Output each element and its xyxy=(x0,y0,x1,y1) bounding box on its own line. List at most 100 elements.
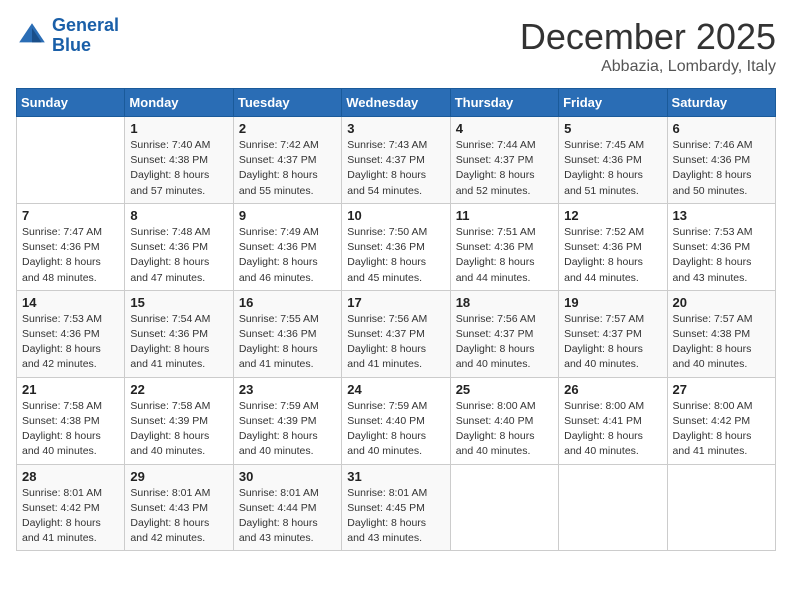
day-number: 5 xyxy=(564,121,661,136)
day-info: Sunrise: 8:01 AM Sunset: 4:42 PM Dayligh… xyxy=(22,486,119,547)
calendar-cell: 22 Sunrise: 7:58 AM Sunset: 4:39 PM Dayli… xyxy=(125,377,233,464)
month-title: December 2025 xyxy=(520,16,776,58)
day-number: 1 xyxy=(130,121,227,136)
calendar-cell: 13 Sunrise: 7:53 AM Sunset: 4:36 PM Dayli… xyxy=(667,203,775,290)
day-info: Sunrise: 7:47 AM Sunset: 4:36 PM Dayligh… xyxy=(22,225,119,286)
day-number: 6 xyxy=(673,121,770,136)
calendar-cell: 23 Sunrise: 7:59 AM Sunset: 4:39 PM Dayli… xyxy=(233,377,341,464)
day-number: 12 xyxy=(564,208,661,223)
calendar-cell: 1 Sunrise: 7:40 AM Sunset: 4:38 PM Daylig… xyxy=(125,117,233,204)
calendar-week-3: 14Sunrise: 7:53 AM Sunset: 4:36 PM Dayli… xyxy=(17,290,776,377)
calendar-cell: 4Sunrise: 7:44 AM Sunset: 4:37 PM Daylig… xyxy=(450,117,558,204)
calendar-cell: 29Sunrise: 8:01 AM Sunset: 4:43 PM Dayli… xyxy=(125,464,233,551)
calendar-cell: 8 Sunrise: 7:48 AM Sunset: 4:36 PM Daylig… xyxy=(125,203,233,290)
calendar-cell: 15Sunrise: 7:54 AM Sunset: 4:36 PM Dayli… xyxy=(125,290,233,377)
day-info: Sunrise: 7:40 AM Sunset: 4:38 PM Dayligh… xyxy=(130,138,227,199)
calendar-cell: 9Sunrise: 7:49 AM Sunset: 4:36 PM Daylig… xyxy=(233,203,341,290)
calendar-cell: 30Sunrise: 8:01 AM Sunset: 4:44 PM Dayli… xyxy=(233,464,341,551)
day-number: 11 xyxy=(456,208,553,223)
calendar-cell: 24 Sunrise: 7:59 AM Sunset: 4:40 PM Dayli… xyxy=(342,377,450,464)
calendar-cell: 12 Sunrise: 7:52 AM Sunset: 4:36 PM Dayli… xyxy=(559,203,667,290)
location-subtitle: Abbazia, Lombardy, Italy xyxy=(520,58,776,76)
title-section: December 2025 Abbazia, Lombardy, Italy xyxy=(520,16,776,76)
column-header-monday: Monday xyxy=(125,89,233,117)
calendar-cell: 6 Sunrise: 7:46 AM Sunset: 4:36 PM Daylig… xyxy=(667,117,775,204)
calendar-cell: 17 Sunrise: 7:56 AM Sunset: 4:37 PM Dayli… xyxy=(342,290,450,377)
calendar-cell: 20 Sunrise: 7:57 AM Sunset: 4:38 PM Dayli… xyxy=(667,290,775,377)
day-info: Sunrise: 7:44 AM Sunset: 4:37 PM Dayligh… xyxy=(456,138,553,199)
calendar-cell: 27 Sunrise: 8:00 AM Sunset: 4:42 PM Dayli… xyxy=(667,377,775,464)
day-number: 8 xyxy=(130,208,227,223)
column-header-tuesday: Tuesday xyxy=(233,89,341,117)
calendar-cell: 2 Sunrise: 7:42 AM Sunset: 4:37 PM Daylig… xyxy=(233,117,341,204)
day-info: Sunrise: 7:51 AM Sunset: 4:36 PM Dayligh… xyxy=(456,225,553,286)
day-info: Sunrise: 7:59 AM Sunset: 4:40 PM Dayligh… xyxy=(347,399,444,460)
day-info: Sunrise: 7:46 AM Sunset: 4:36 PM Dayligh… xyxy=(673,138,770,199)
logo-icon xyxy=(16,20,48,52)
day-info: Sunrise: 7:58 AM Sunset: 4:39 PM Dayligh… xyxy=(130,399,227,460)
day-number: 3 xyxy=(347,121,444,136)
page-header: GeneralBlue December 2025 Abbazia, Lomba… xyxy=(16,16,776,76)
column-header-wednesday: Wednesday xyxy=(342,89,450,117)
day-info: Sunrise: 7:54 AM Sunset: 4:36 PM Dayligh… xyxy=(130,312,227,373)
calendar-week-1: 1 Sunrise: 7:40 AM Sunset: 4:38 PM Daylig… xyxy=(17,117,776,204)
day-info: Sunrise: 8:00 AM Sunset: 4:40 PM Dayligh… xyxy=(456,399,553,460)
day-info: Sunrise: 8:00 AM Sunset: 4:42 PM Dayligh… xyxy=(673,399,770,460)
calendar-cell: 26Sunrise: 8:00 AM Sunset: 4:41 PM Dayli… xyxy=(559,377,667,464)
day-number: 7 xyxy=(22,208,119,223)
day-info: Sunrise: 7:53 AM Sunset: 4:36 PM Dayligh… xyxy=(22,312,119,373)
calendar-week-5: 28 Sunrise: 8:01 AM Sunset: 4:42 PM Dayli… xyxy=(17,464,776,551)
calendar-cell: 18Sunrise: 7:56 AM Sunset: 4:37 PM Dayli… xyxy=(450,290,558,377)
calendar-cell: 19 Sunrise: 7:57 AM Sunset: 4:37 PM Dayli… xyxy=(559,290,667,377)
column-header-saturday: Saturday xyxy=(667,89,775,117)
day-info: Sunrise: 7:57 AM Sunset: 4:37 PM Dayligh… xyxy=(564,312,661,373)
day-number: 27 xyxy=(673,382,770,397)
logo: GeneralBlue xyxy=(16,16,119,56)
day-info: Sunrise: 8:00 AM Sunset: 4:41 PM Dayligh… xyxy=(564,399,661,460)
day-number: 2 xyxy=(239,121,336,136)
calendar-header-row: SundayMondayTuesdayWednesdayThursdayFrid… xyxy=(17,89,776,117)
day-number: 22 xyxy=(130,382,227,397)
day-number: 17 xyxy=(347,295,444,310)
day-number: 30 xyxy=(239,469,336,484)
column-header-thursday: Thursday xyxy=(450,89,558,117)
day-info: Sunrise: 7:55 AM Sunset: 4:36 PM Dayligh… xyxy=(239,312,336,373)
day-number: 28 xyxy=(22,469,119,484)
calendar-cell xyxy=(450,464,558,551)
day-number: 25 xyxy=(456,382,553,397)
calendar-cell xyxy=(17,117,125,204)
day-number: 21 xyxy=(22,382,119,397)
day-info: Sunrise: 8:01 AM Sunset: 4:43 PM Dayligh… xyxy=(130,486,227,547)
day-number: 31 xyxy=(347,469,444,484)
day-info: Sunrise: 7:43 AM Sunset: 4:37 PM Dayligh… xyxy=(347,138,444,199)
day-info: Sunrise: 7:48 AM Sunset: 4:36 PM Dayligh… xyxy=(130,225,227,286)
day-number: 9 xyxy=(239,208,336,223)
day-number: 19 xyxy=(564,295,661,310)
calendar-cell: 11 Sunrise: 7:51 AM Sunset: 4:36 PM Dayli… xyxy=(450,203,558,290)
calendar-cell: 5 Sunrise: 7:45 AM Sunset: 4:36 PM Daylig… xyxy=(559,117,667,204)
day-info: Sunrise: 7:50 AM Sunset: 4:36 PM Dayligh… xyxy=(347,225,444,286)
calendar-cell: 31 Sunrise: 8:01 AM Sunset: 4:45 PM Dayli… xyxy=(342,464,450,551)
calendar-cell: 21Sunrise: 7:58 AM Sunset: 4:38 PM Dayli… xyxy=(17,377,125,464)
calendar-cell xyxy=(667,464,775,551)
day-info: Sunrise: 7:42 AM Sunset: 4:37 PM Dayligh… xyxy=(239,138,336,199)
calendar-cell: 3 Sunrise: 7:43 AM Sunset: 4:37 PM Daylig… xyxy=(342,117,450,204)
day-info: Sunrise: 8:01 AM Sunset: 4:45 PM Dayligh… xyxy=(347,486,444,547)
day-number: 13 xyxy=(673,208,770,223)
day-info: Sunrise: 7:56 AM Sunset: 4:37 PM Dayligh… xyxy=(456,312,553,373)
calendar-cell: 25 Sunrise: 8:00 AM Sunset: 4:40 PM Dayli… xyxy=(450,377,558,464)
calendar-cell: 28 Sunrise: 8:01 AM Sunset: 4:42 PM Dayli… xyxy=(17,464,125,551)
day-number: 20 xyxy=(673,295,770,310)
calendar-week-2: 7 Sunrise: 7:47 AM Sunset: 4:36 PM Daylig… xyxy=(17,203,776,290)
calendar-week-4: 21Sunrise: 7:58 AM Sunset: 4:38 PM Dayli… xyxy=(17,377,776,464)
calendar-table: SundayMondayTuesdayWednesdayThursdayFrid… xyxy=(16,88,776,551)
day-number: 16 xyxy=(239,295,336,310)
day-info: Sunrise: 7:52 AM Sunset: 4:36 PM Dayligh… xyxy=(564,225,661,286)
day-info: Sunrise: 7:57 AM Sunset: 4:38 PM Dayligh… xyxy=(673,312,770,373)
day-info: Sunrise: 7:59 AM Sunset: 4:39 PM Dayligh… xyxy=(239,399,336,460)
day-info: Sunrise: 7:56 AM Sunset: 4:37 PM Dayligh… xyxy=(347,312,444,373)
day-info: Sunrise: 7:45 AM Sunset: 4:36 PM Dayligh… xyxy=(564,138,661,199)
day-info: Sunrise: 7:53 AM Sunset: 4:36 PM Dayligh… xyxy=(673,225,770,286)
day-number: 24 xyxy=(347,382,444,397)
day-number: 23 xyxy=(239,382,336,397)
